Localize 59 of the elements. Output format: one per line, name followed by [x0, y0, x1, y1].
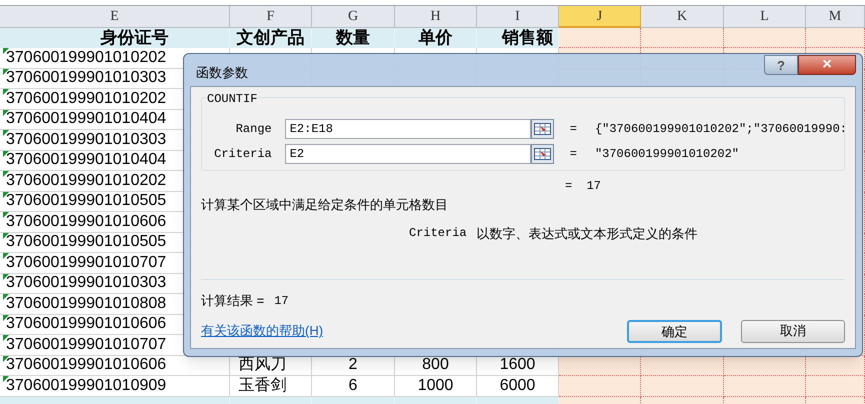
range-picker-icon[interactable] [530, 144, 554, 164]
table-cell: 370600199901010202 [6, 90, 166, 107]
column-header[interactable]: H [395, 6, 477, 28]
argument-name: Criteria [409, 225, 467, 242]
help-link[interactable]: 有关该函数的帮助(H) [201, 321, 324, 341]
result-label: 计算结果 = [201, 292, 264, 310]
input-field[interactable]: E2 [284, 144, 531, 164]
table-cell: 370600199901010404 [6, 152, 166, 168]
table-cell: 370600199901010505 [6, 234, 166, 250]
column-header[interactable]: E [0, 6, 230, 28]
function-description: 计算某个区域中满足给定条件的单元格数目 [201, 196, 449, 214]
argument-result: {"370600199901010202";"37060019990: [594, 121, 844, 138]
help-button[interactable]: ? [764, 55, 798, 75]
equals-sign: = [570, 146, 577, 163]
header-cell: 销售额 [477, 28, 559, 48]
input-field[interactable]: E2:E18 [284, 119, 531, 139]
column-header[interactable]: L [724, 6, 806, 28]
table-cell: 370600199901010909 [6, 378, 166, 394]
table-cell: 370600199901010404 [6, 111, 166, 128]
result-value: 17 [274, 292, 289, 310]
window-title: 函数参数 [196, 64, 248, 82]
table-cell: 370600199901010303 [6, 132, 166, 148]
table-cell: 370600199901010303 [6, 70, 166, 86]
equals-sign: = [570, 121, 577, 138]
table-cell: 800 [395, 356, 477, 376]
table-cell: 6000 [477, 376, 559, 396]
field-label: Range [234, 121, 273, 138]
argument-result: "370600199901010202" [594, 146, 740, 163]
table-cell: 370600199901010606 [6, 357, 166, 374]
table-cell: 370600199901010202 [6, 50, 166, 66]
range-picker-icon[interactable] [530, 119, 554, 139]
header-cell: 单价 [395, 28, 477, 48]
table-cell: 370600199901010303 [6, 275, 166, 292]
column-header[interactable]: I [477, 6, 559, 28]
table-cell: 1000 [395, 376, 477, 396]
table-cell: 370600199901010808 [6, 296, 166, 312]
table-cell: 2 [312, 356, 395, 376]
formula-result: = 17 [565, 178, 602, 195]
argument-description: 以数字、表达式或文本形式定义的条件 [476, 224, 698, 242]
header-cell: 身份证号 [0, 28, 230, 48]
table-cell: 370600199901010707 [6, 254, 166, 271]
table-cell: 370600199901010505 [6, 193, 166, 210]
table-cell: 6 [312, 376, 395, 396]
header-cell: 文创产品 [230, 28, 312, 48]
table-cell: 玉香剑 [230, 376, 312, 396]
table-cell: 370600199901010606 [6, 214, 166, 230]
table-cell: 370600199901010606 [6, 316, 166, 332]
header-cell: 数量 [312, 28, 395, 48]
dialog-button[interactable]: 取消 [741, 320, 845, 342]
table-cell: 1600 [477, 356, 559, 376]
column-header[interactable]: F [230, 6, 312, 28]
column-header[interactable]: M [806, 6, 865, 28]
field-label: Criteria [213, 146, 273, 163]
column-header[interactable]: G [312, 6, 395, 28]
dialog-button[interactable]: 确定 [627, 320, 722, 342]
column-header[interactable]: J [559, 6, 641, 28]
table-cell: 370600199901010707 [6, 336, 166, 353]
column-header[interactable]: K [641, 6, 724, 28]
table-cell: 370600199901010202 [6, 172, 166, 189]
